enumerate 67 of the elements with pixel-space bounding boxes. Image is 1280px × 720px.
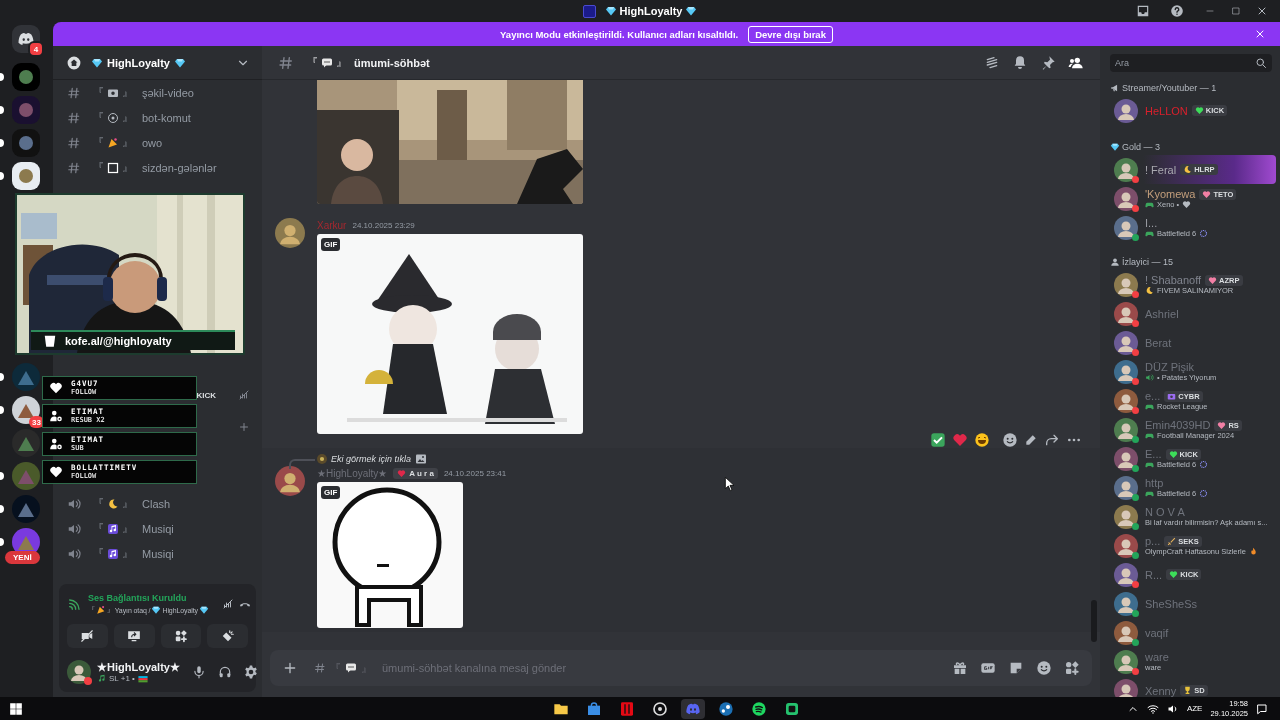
user-activity: SL +1 • xyxy=(109,674,135,683)
bracket: 『 xyxy=(93,110,104,125)
notification-badge: 4 xyxy=(28,41,44,57)
member-name[interactable]: ! Feral xyxy=(1145,163,1177,176)
member-name[interactable]: Ashriel xyxy=(1145,307,1179,320)
bracket: 』 xyxy=(361,660,372,676)
bracket: 』 xyxy=(122,521,133,536)
member-name[interactable]: ! Shabanoff xyxy=(1145,274,1202,286)
bracket: 『 xyxy=(93,160,104,175)
bracket: 『 xyxy=(93,521,104,536)
member-name[interactable]: I... xyxy=(1145,217,1158,229)
bracket: 』 xyxy=(336,55,347,70)
member-name[interactable]: Emin4039HD xyxy=(1145,419,1211,431)
bracket: 『 xyxy=(93,496,104,511)
group-title: Gold — 3 xyxy=(1122,142,1161,152)
window-title: HighLoyalty xyxy=(619,5,683,17)
member-name[interactable]: E... xyxy=(1145,448,1162,460)
member-name[interactable]: ware xyxy=(1145,651,1169,663)
member-name[interactable]: Xenny xyxy=(1145,684,1177,697)
bracket: 『 xyxy=(330,660,341,676)
gif-badge: GIF xyxy=(321,486,341,499)
tag-label: A u r a xyxy=(409,468,434,478)
bracket: 『 xyxy=(307,55,318,70)
bracket: 』 xyxy=(122,496,133,511)
member-name[interactable]: R... xyxy=(1145,568,1163,581)
bracket: 』 xyxy=(122,135,133,150)
member-name[interactable]: Berat xyxy=(1145,336,1172,349)
username: ★HighLoyalty★ xyxy=(97,660,180,674)
channel-name[interactable]: owo xyxy=(142,136,163,149)
platform-tag: KICK xyxy=(196,390,216,400)
member-name[interactable]: vaqif xyxy=(1145,626,1169,639)
group-title: İzlayici — 15 xyxy=(1122,257,1174,267)
channel-name[interactable]: bot-komut xyxy=(142,111,191,124)
search-field[interactable]: Ara xyxy=(1110,54,1272,72)
member-name[interactable]: 'Kyomewa xyxy=(1145,188,1196,200)
member-name[interactable]: e... xyxy=(1145,390,1161,402)
gif-badge: GIF xyxy=(321,238,341,251)
timestamp: 24.10.2025 23:29 xyxy=(352,220,415,230)
voice-status: Ses Bağlantısı Kuruldu xyxy=(88,593,188,603)
server-name[interactable]: HighLoyalty xyxy=(107,56,170,69)
member-name[interactable]: HeLLON xyxy=(1145,104,1188,117)
channel-title: ümumi-söhbət xyxy=(354,56,430,69)
member-name[interactable]: DÜZ Pişik xyxy=(1145,361,1194,373)
bracket: 『 xyxy=(93,546,104,561)
bracket: 『 xyxy=(93,135,104,150)
new-badge: YENİ xyxy=(5,551,40,564)
bracket: 』 xyxy=(122,85,133,100)
bracket: 『 xyxy=(93,85,104,100)
notice-text: Yayıncı Modu etkinleştirildi. Kullanıcı adları kısaltıldı. xyxy=(500,28,739,40)
member-name[interactable]: SheSheSs xyxy=(1145,597,1197,610)
bracket: 』 xyxy=(122,110,133,125)
channel-name[interactable]: Musiqi xyxy=(142,547,174,560)
member-name[interactable]: http xyxy=(1145,477,1164,489)
member-name[interactable]: N O V A xyxy=(1145,506,1185,518)
timestamp: 24.10.2025 23:41 xyxy=(443,468,507,478)
channel-name[interactable]: sizdən-gələnlər xyxy=(142,161,217,174)
disable-button[interactable]: Devre dışı bırak xyxy=(748,25,833,43)
channel-name[interactable]: Musiqi xyxy=(142,522,174,535)
channel-name[interactable]: Clash xyxy=(142,497,171,510)
reply-preview[interactable]: Eki görmek için tıkla xyxy=(331,454,412,464)
group-title: Streamer/Youtuber — 1 xyxy=(1122,83,1217,93)
member-name[interactable]: p... xyxy=(1145,535,1161,547)
bracket: 』 xyxy=(122,546,133,561)
bracket: 』 xyxy=(122,160,133,175)
language-indicator[interactable]: AZE xyxy=(1186,704,1203,713)
author-name[interactable]: ★HighLoyalty★ xyxy=(317,467,388,479)
channel-name[interactable]: şəkil-video xyxy=(142,86,194,99)
